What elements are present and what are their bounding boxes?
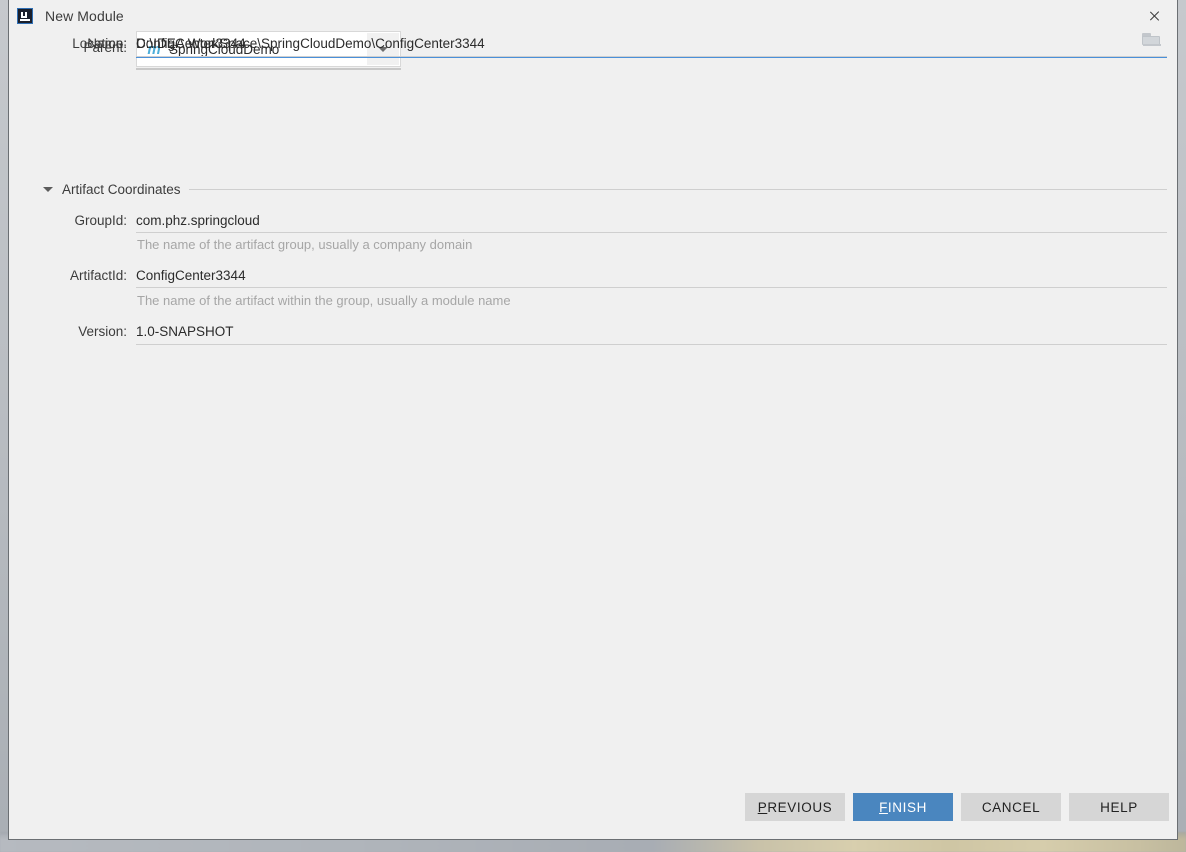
location-field-underline — [136, 56, 1167, 57]
artifact-coordinates-title: Artifact Coordinates — [62, 181, 181, 197]
groupid-hint-text: The name of the artifact group, usually … — [137, 237, 473, 252]
close-icon — [1147, 9, 1161, 23]
triangle-down-icon[interactable] — [43, 186, 53, 192]
folder-icon — [1142, 33, 1162, 48]
dialog-title: New Module — [45, 7, 124, 24]
browse-location-button[interactable] — [1142, 33, 1164, 53]
new-module-form: Parent: m SpringCloudDemo Name: Location… — [9, 31, 1177, 345]
finish-button-label: INISH — [887, 799, 927, 815]
version-input[interactable] — [136, 322, 1167, 340]
finish-button-mnemonic: F — [879, 799, 888, 815]
artifactid-field-underline — [136, 287, 1167, 288]
location-label: Location: — [72, 36, 127, 51]
parent-field-underline — [136, 68, 401, 70]
artifactid-input[interactable] — [136, 266, 1167, 284]
intellij-idea-icon — [17, 7, 33, 24]
artifact-coordinates-section-header[interactable]: Artifact Coordinates — [9, 179, 1177, 199]
groupid-label: GroupId: — [74, 213, 127, 228]
previous-button-mnemonic: P — [757, 799, 768, 815]
location-row: Location: — [9, 31, 1177, 123]
close-button[interactable] — [1131, 0, 1177, 31]
version-field-underline — [136, 344, 1167, 345]
section-divider — [188, 188, 1167, 190]
help-button[interactable]: HELP — [1069, 793, 1169, 821]
new-module-dialog: New Module Parent: m SpringCloudDemo Nam… — [8, 0, 1178, 840]
cancel-button[interactable]: CANCEL — [961, 793, 1061, 821]
groupid-field-underline — [136, 232, 1167, 233]
finish-button[interactable]: F INISH — [853, 793, 953, 821]
name-row: Name: — [9, 31, 1177, 95]
location-input[interactable] — [136, 31, 1131, 56]
dialog-title-bar: New Module — [9, 0, 1177, 31]
version-label: Version: — [78, 324, 127, 339]
dialog-button-bar: P REVIOUS F INISH CANCEL HELP — [9, 783, 1177, 839]
artifactid-hint-text: The name of the artifact within the grou… — [137, 293, 511, 308]
previous-button[interactable]: P REVIOUS — [745, 793, 845, 821]
groupid-input[interactable] — [136, 211, 1167, 229]
previous-button-label: REVIOUS — [767, 799, 833, 815]
artifactid-label: ArtifactId: — [69, 268, 127, 283]
